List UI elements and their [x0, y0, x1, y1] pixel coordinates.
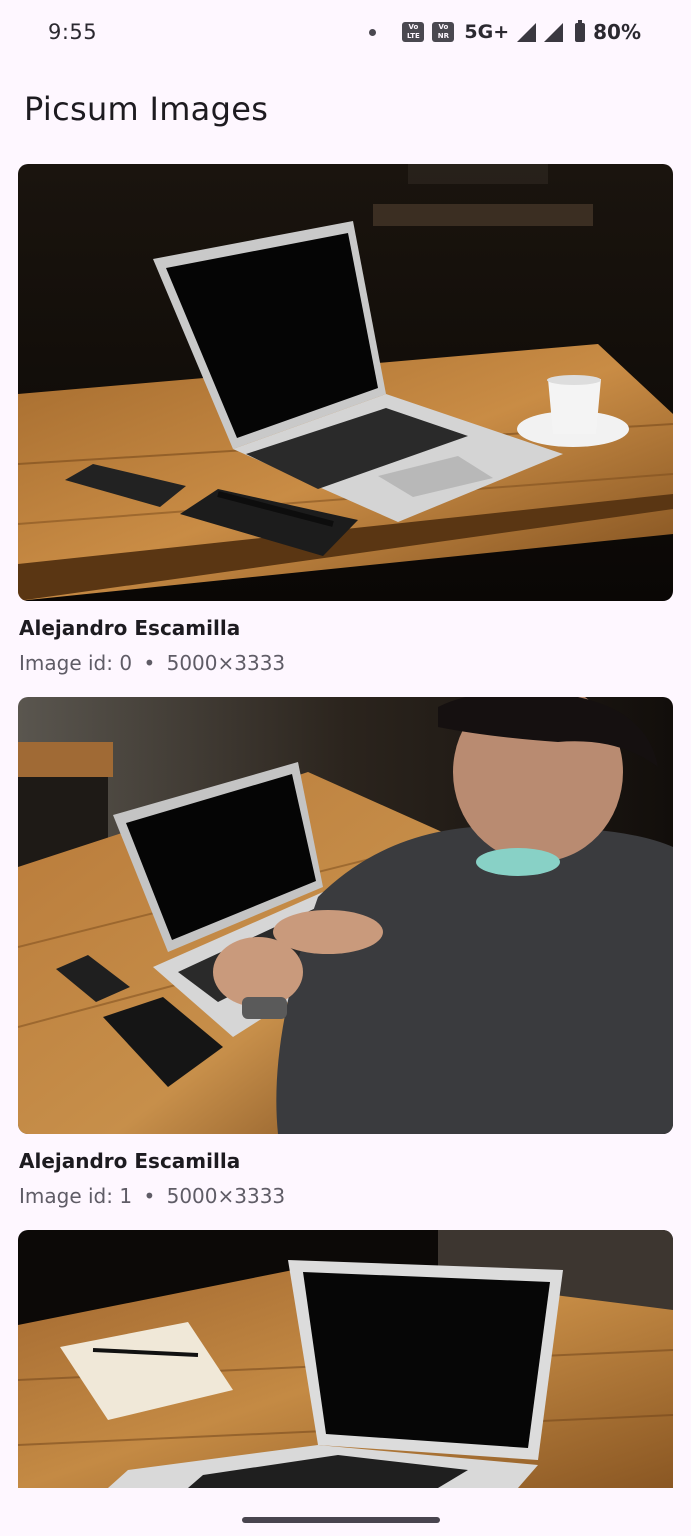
- image-id: Image id: 0: [19, 651, 133, 675]
- image-meta: Image id: 0 • 5000×3333: [19, 651, 285, 675]
- volte-lte-icon: Vo LTE: [402, 22, 425, 42]
- battery-icon: [575, 19, 586, 42]
- status-time: 9:55: [48, 20, 98, 44]
- meta-separator: •: [143, 1184, 156, 1208]
- image-card[interactable]: [18, 1230, 673, 1488]
- page-title: Picsum Images: [24, 90, 269, 128]
- image-thumbnail[interactable]: [18, 697, 673, 1134]
- notification-dot-icon: [369, 28, 377, 36]
- meta-separator: •: [143, 651, 156, 675]
- image-author: Alejandro Escamilla: [19, 1149, 241, 1173]
- image-thumbnail[interactable]: [18, 164, 673, 601]
- image-dimensions: 5000×3333: [166, 1184, 286, 1208]
- image-dimensions: 5000×3333: [166, 651, 286, 675]
- app-screen: 9:55 VoLTE VoNR 5G+ 80% Picsum Images: [0, 0, 691, 1536]
- network-type: 5G+: [464, 21, 510, 43]
- volte-nr-icon: Vo NR: [432, 22, 455, 42]
- image-card[interactable]: Alejandro Escamilla Image id: 0 • 5000×3…: [18, 164, 673, 675]
- signal-strength-icon: [517, 22, 537, 42]
- image-author: Alejandro Escamilla: [19, 616, 241, 640]
- image-meta: Image id: 1 • 5000×3333: [19, 1184, 285, 1208]
- status-icons: Vo LTE Vo NR 5G+ 80%: [369, 19, 641, 44]
- status-bar: 9:55 Vo LTE Vo NR 5G+ 80%: [0, 0, 691, 68]
- gesture-nav-handle[interactable]: [242, 1517, 440, 1523]
- image-thumbnail[interactable]: [18, 1230, 673, 1488]
- battery-percent: 80%: [593, 20, 641, 44]
- signal-strength-icon-2: [544, 22, 564, 42]
- image-card[interactable]: Alejandro Escamilla Image id: 1 • 5000×3…: [18, 697, 673, 1208]
- image-id: Image id: 1: [19, 1184, 133, 1208]
